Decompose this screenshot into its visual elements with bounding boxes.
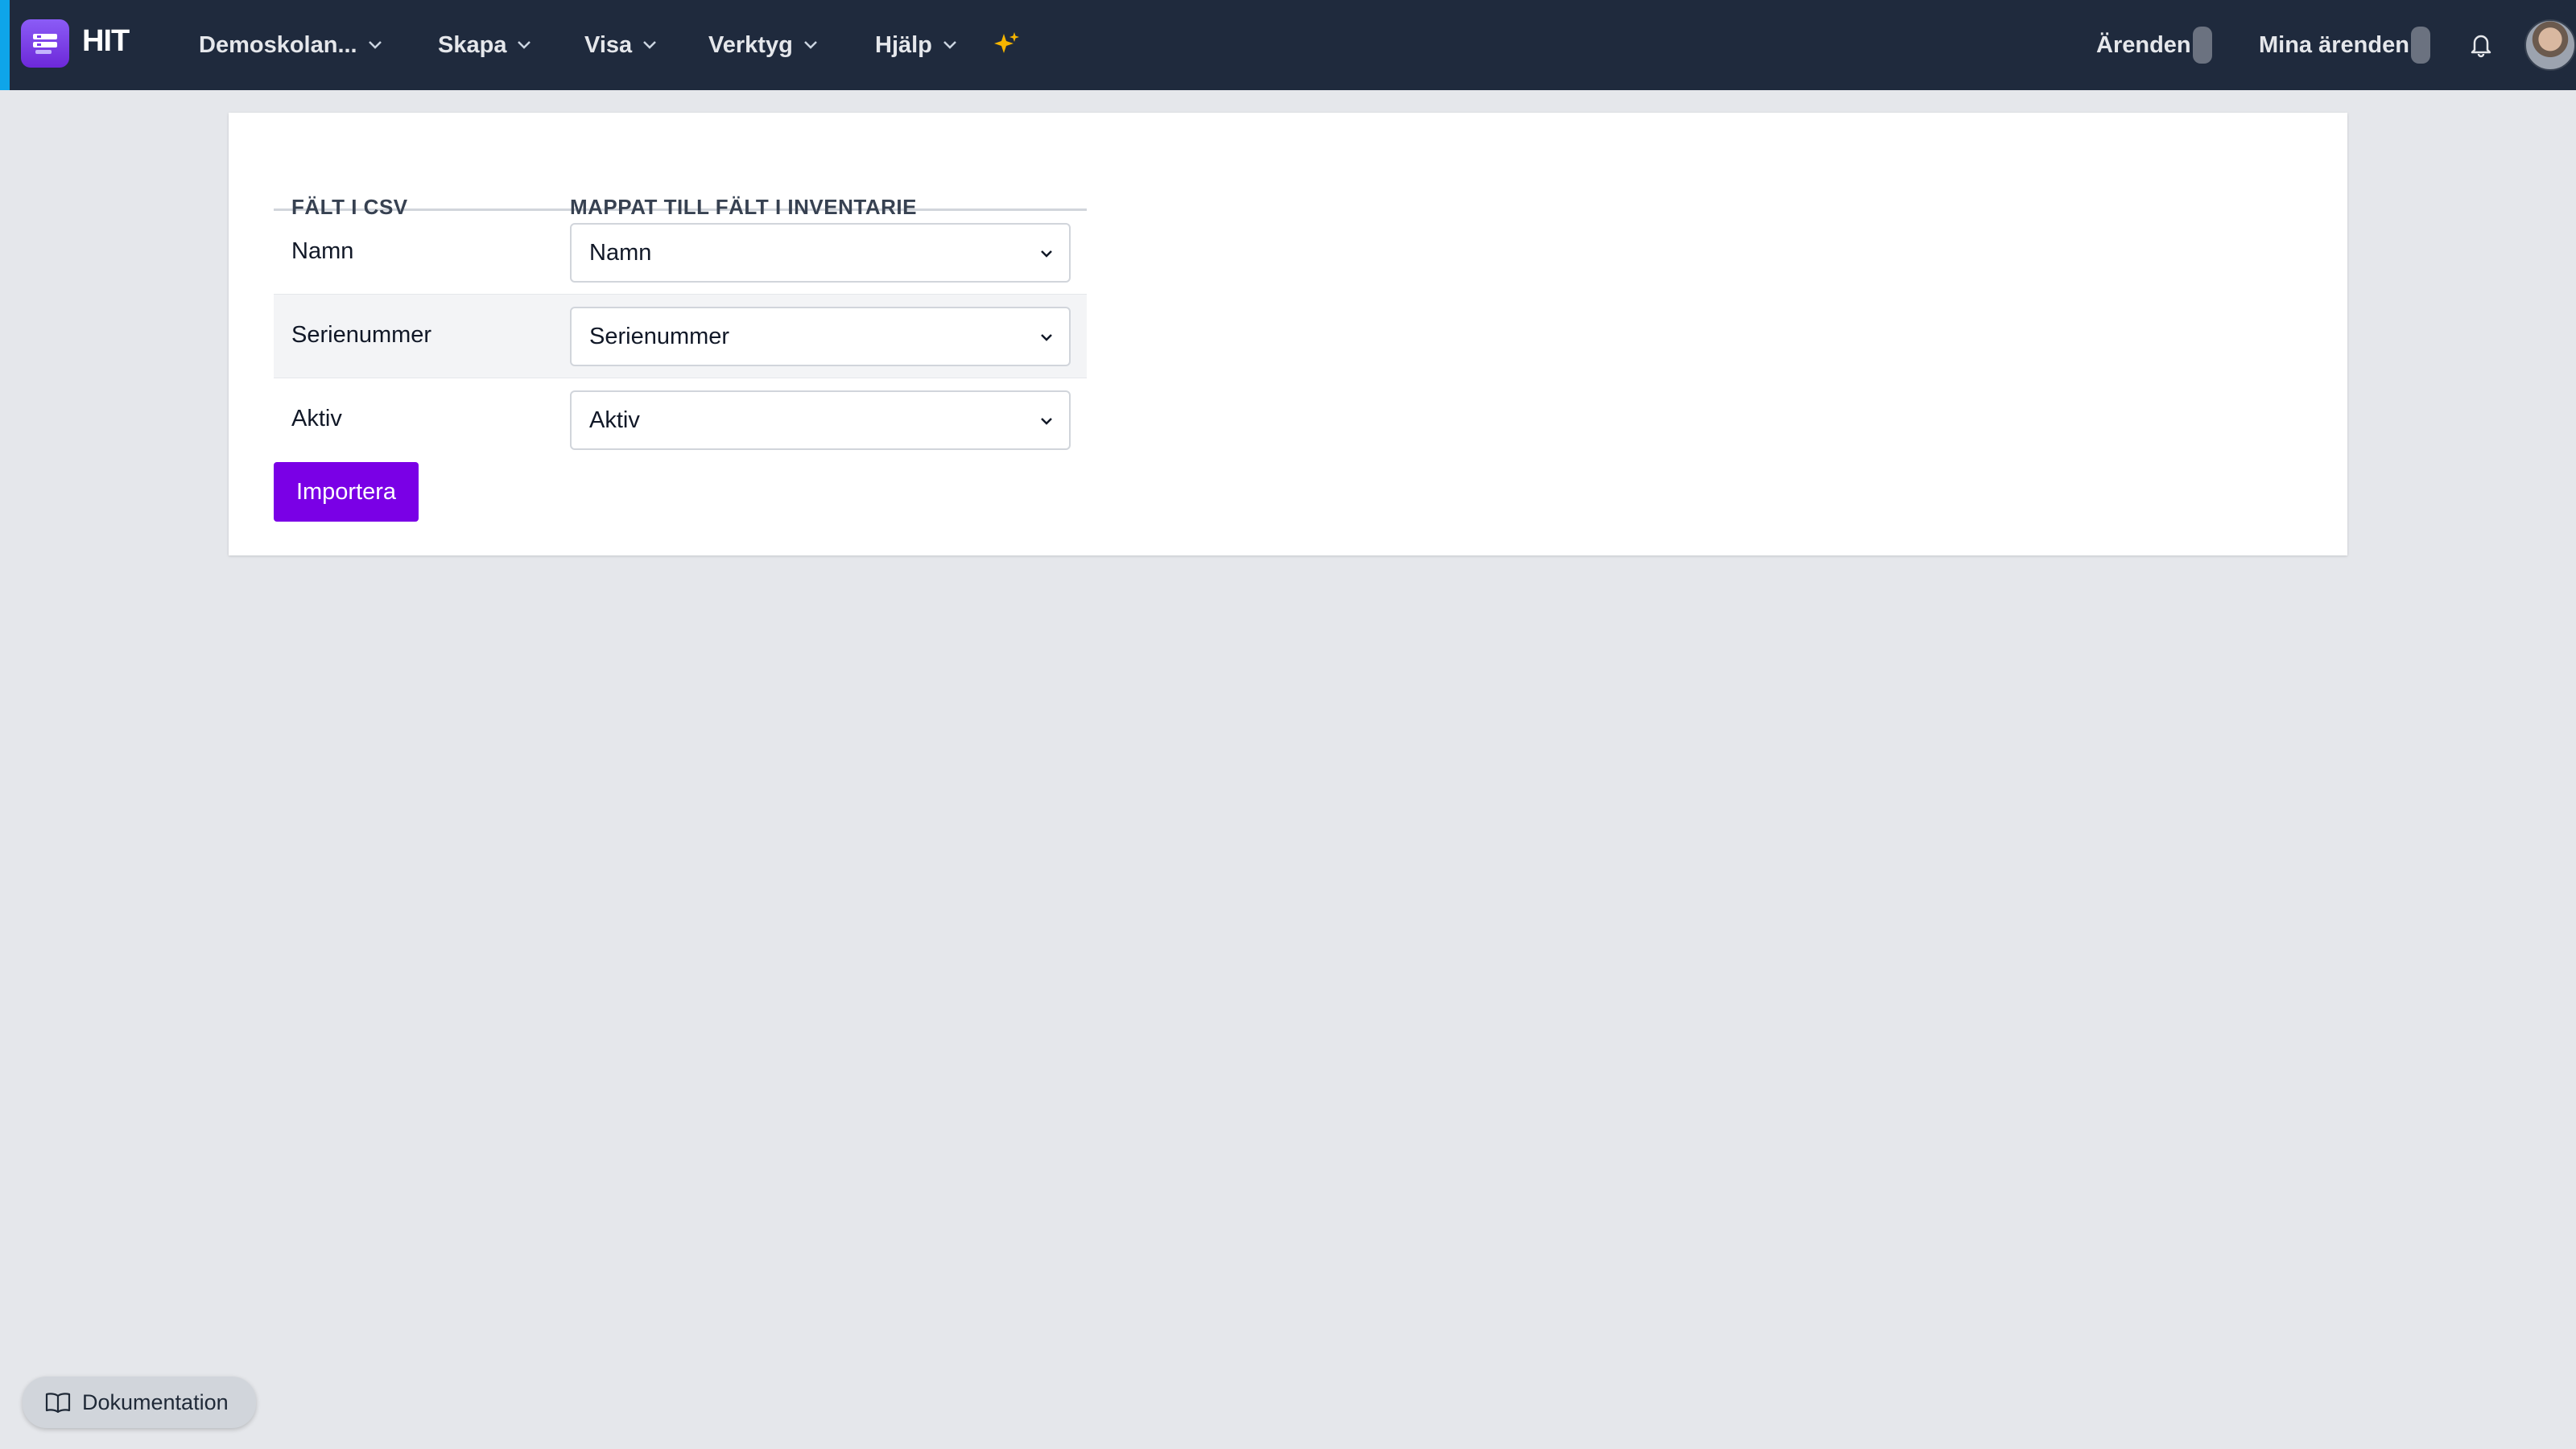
chevron-down-icon xyxy=(1041,418,1052,425)
menu-tools[interactable]: Verktyg xyxy=(708,0,819,90)
chevron-down-icon xyxy=(518,41,531,49)
mapped-field-select[interactable]: Serienummer xyxy=(570,307,1071,366)
mapped-field-select[interactable]: Aktiv xyxy=(570,390,1071,450)
select-value: Namn xyxy=(589,239,652,266)
chevron-down-icon xyxy=(1041,334,1052,341)
menu-help-label: Hjälp xyxy=(875,31,932,58)
menu-create-label: Skapa xyxy=(438,31,507,58)
table-header: FÄLT I CSV MAPPAT TILL FÄLT I INVENTARIE xyxy=(274,145,1087,219)
my-cases-link[interactable]: Mina ärenden xyxy=(2259,0,2430,90)
chevron-down-icon xyxy=(1041,250,1052,258)
documentation-button[interactable]: Dokumentation xyxy=(23,1377,256,1428)
cases-count-badge xyxy=(2192,27,2212,64)
book-icon xyxy=(45,1393,71,1414)
my-cases-label: Mina ärenden xyxy=(2259,31,2409,58)
menu-tools-label: Verktyg xyxy=(708,31,793,58)
chevron-down-icon xyxy=(368,41,382,49)
documentation-label: Dokumentation xyxy=(82,1389,229,1414)
import-mapping-card: FÄLT I CSV MAPPAT TILL FÄLT I INVENTARIE… xyxy=(229,113,2347,555)
chevron-down-icon xyxy=(803,41,817,49)
menu-view-label: Visa xyxy=(584,31,633,58)
menu-school[interactable]: Demoskolan... xyxy=(199,0,383,90)
bell-icon[interactable] xyxy=(2468,31,2494,62)
table-row: Aktiv Aktiv xyxy=(274,378,1087,462)
menu-school-label: Demoskolan... xyxy=(199,31,357,58)
user-avatar[interactable] xyxy=(2524,19,2576,71)
my-cases-count-badge xyxy=(2410,27,2430,64)
cases-link[interactable]: Ärenden xyxy=(2096,0,2212,90)
select-value: Aktiv xyxy=(589,407,640,433)
select-value: Serienummer xyxy=(589,323,730,349)
csv-field-label: Aktiv xyxy=(291,406,342,431)
top-navbar: HIT Demoskolan... Skapa Visa Verktyg Hjä… xyxy=(0,0,2576,90)
csv-field-label: Namn xyxy=(291,238,354,264)
import-button[interactable]: Importera xyxy=(274,462,419,522)
menu-create[interactable]: Skapa xyxy=(438,0,532,90)
sparkle-icon[interactable] xyxy=(993,31,1021,62)
mapped-field-select[interactable]: Namn xyxy=(570,223,1071,283)
menu-help[interactable]: Hjälp xyxy=(875,0,958,90)
chevron-down-icon xyxy=(943,41,956,49)
menu-view[interactable]: Visa xyxy=(584,0,658,90)
csv-field-label: Serienummer xyxy=(291,322,432,348)
cases-label: Ärenden xyxy=(2096,31,2191,58)
field-mapping-table: FÄLT I CSV MAPPAT TILL FÄLT I INVENTARIE… xyxy=(274,145,1087,462)
hit-logo-icon[interactable] xyxy=(21,19,69,68)
table-row: Serienummer Serienummer xyxy=(274,295,1087,378)
chevron-down-icon xyxy=(643,41,657,49)
table-row: Namn Namn xyxy=(274,211,1087,295)
brand-name[interactable]: HIT xyxy=(82,24,130,59)
